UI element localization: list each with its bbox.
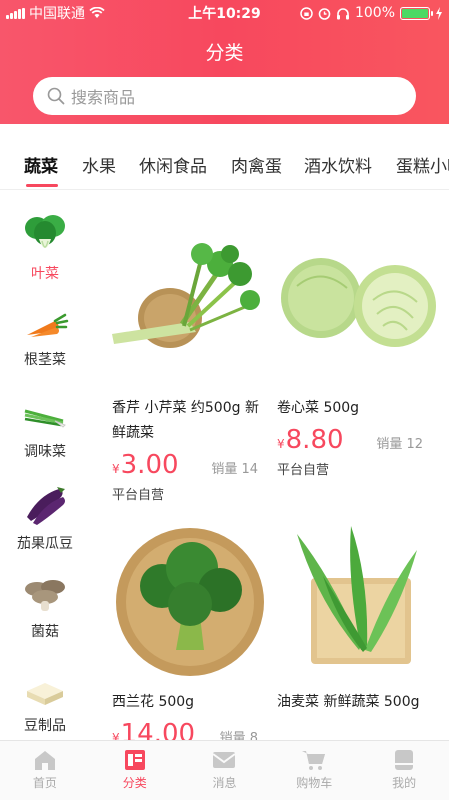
product-price: ¥8.80	[277, 425, 344, 455]
profile-icon	[395, 750, 414, 770]
category-icon	[124, 750, 145, 770]
product-card[interactable]: 卷心菜 500g ¥8.80 销量 12 平台自营	[277, 226, 437, 478]
tab-category[interactable]: 分类	[90, 741, 180, 800]
header: 中国联通 上午10:29 100% 分类 搜索商品	[0, 0, 449, 124]
sidebar-item-label: 根茎菜	[24, 352, 66, 368]
sidebar-item-fruit-veg[interactable]: 茄果瓜豆	[0, 483, 90, 553]
tofu-icon	[27, 683, 63, 705]
bok-choy-icon	[25, 215, 65, 248]
sidebar-item-label: 调味菜	[24, 444, 66, 460]
tab-vegetables[interactable]: 蔬菜	[24, 152, 58, 177]
home-icon	[34, 751, 55, 770]
product-name: 香芹 小芹菜 约500g 新鲜蔬菜	[112, 400, 259, 441]
store-label: 平台自营	[112, 488, 165, 503]
sidebar-item-mushroom[interactable]: 菌菇	[0, 575, 90, 641]
category-sidebar: 叶菜 根茎菜 调味菜 茄果瓜豆 菌菇 豆制品	[0, 191, 90, 739]
cabbage-image	[281, 258, 436, 347]
sidebar-item-label: 叶菜	[31, 266, 59, 282]
celery-image	[112, 243, 260, 348]
bottom-tab-bar: 首页 分类 消息 购物车 我的	[0, 740, 449, 800]
tab-home[interactable]: 首页	[0, 741, 90, 800]
broccoli-image	[116, 528, 264, 676]
sidebar-item-tofu[interactable]: 豆制品	[0, 673, 90, 735]
product-card[interactable]: 西兰花 500g ¥14.00 销量 8	[112, 520, 272, 749]
tab-messages[interactable]: 消息	[180, 741, 270, 800]
headphones-icon	[336, 7, 349, 19]
sidebar-item-label: 菌菇	[31, 624, 59, 640]
product-name: 西兰花 500g	[112, 694, 195, 710]
sidebar-item-label: 豆制品	[24, 718, 66, 734]
category-tabs: 蔬菜 水果 休闲食品 肉禽蛋 酒水饮料 蛋糕小吃	[0, 124, 449, 190]
product-sales: 销量 12	[376, 437, 423, 452]
product-sales: 销量 14	[211, 462, 258, 477]
tab-profile[interactable]: 我的	[359, 741, 449, 800]
battery-icon	[400, 6, 433, 20]
rotation-lock-icon	[300, 6, 313, 20]
search-icon	[47, 87, 65, 105]
tab-snacks[interactable]: 休闲食品	[139, 152, 207, 177]
sidebar-item-label: 茄果瓜豆	[17, 536, 73, 552]
search-placeholder: 搜索商品	[71, 88, 136, 107]
tab-cakes[interactable]: 蛋糕小吃	[396, 152, 449, 177]
battery-percent: 100%	[354, 5, 395, 21]
scallion-icon	[24, 409, 66, 428]
tab-drinks[interactable]: 酒水饮料	[304, 152, 372, 177]
sidebar-item-root[interactable]: 根茎菜	[0, 309, 90, 369]
search-input[interactable]: 搜索商品	[33, 77, 416, 115]
lettuce-image	[297, 526, 417, 664]
product-name: 油麦菜 新鲜蔬菜 500g	[277, 694, 420, 710]
tab-meat-eggs[interactable]: 肉禽蛋	[231, 152, 282, 177]
tab-fruit[interactable]: 水果	[82, 152, 116, 177]
charging-icon	[436, 6, 442, 20]
product-name: 卷心菜 500g	[277, 400, 360, 416]
eggplant-icon	[27, 487, 65, 525]
page-title: 分类	[205, 42, 244, 64]
product-card[interactable]: 油麦菜 新鲜蔬菜 500g	[277, 520, 437, 715]
envelope-icon	[212, 752, 237, 768]
product-price: ¥3.00	[112, 450, 179, 480]
sidebar-item-seasoning[interactable]: 调味菜	[0, 397, 90, 461]
status-bar: 中国联通 上午10:29 100%	[0, 0, 449, 26]
carrot-icon	[27, 313, 69, 337]
alarm-icon	[318, 7, 331, 20]
cart-icon	[302, 751, 326, 770]
tab-active-indicator	[26, 184, 58, 187]
product-card[interactable]: 香芹 小芹菜 约500g 新鲜蔬菜 ¥3.00 销量 14 平台自营	[112, 226, 272, 503]
mushroom-icon	[25, 580, 65, 611]
store-label: 平台自营	[277, 463, 330, 478]
tab-cart[interactable]: 购物车	[269, 741, 359, 800]
sidebar-item-leafy[interactable]: 叶菜	[0, 213, 90, 283]
